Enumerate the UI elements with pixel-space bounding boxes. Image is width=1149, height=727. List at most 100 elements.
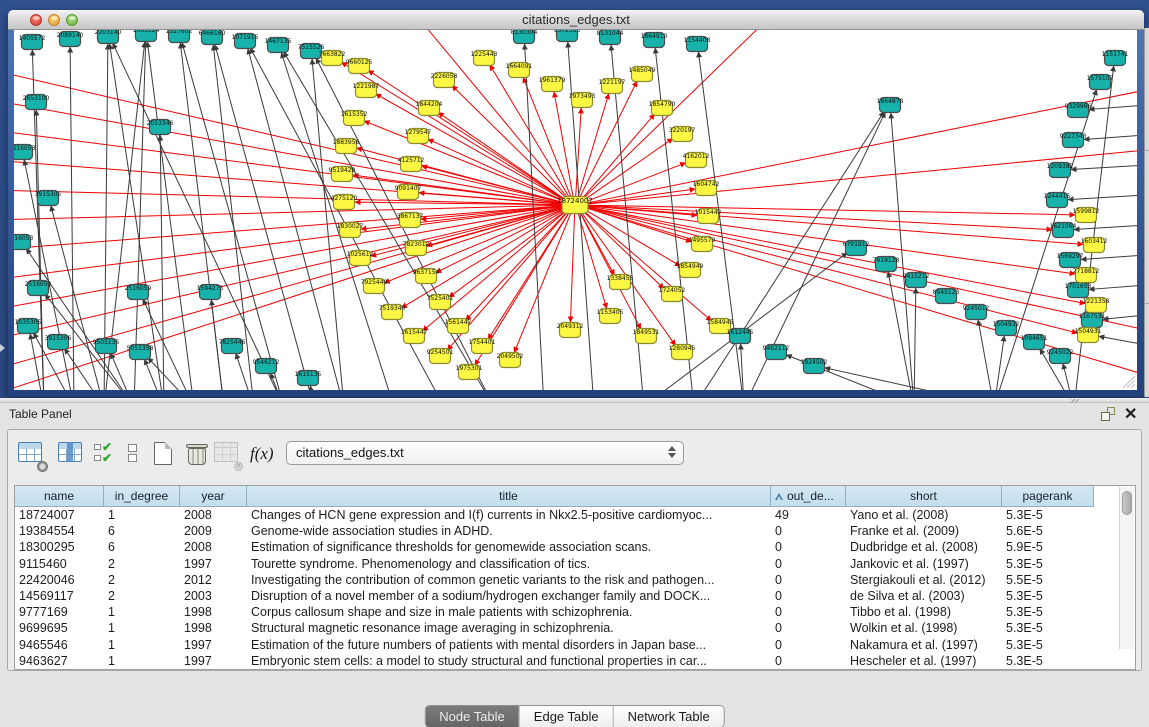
function-builder-icon[interactable]: f(x) [250,444,276,470]
graph-node[interactable]: 9637154 [413,269,440,284]
graph-node[interactable]: 3867137 [397,213,424,228]
tab-network-table[interactable]: Network Table [613,706,724,727]
graph-node[interactable]: 2516059 [125,285,152,300]
graph-edge[interactable] [1103,316,1137,320]
graph-node[interactable]: 1338455 [607,275,634,290]
tab-edge-table[interactable]: Edge Table [519,706,613,727]
graph-edge[interactable] [1081,255,1137,259]
graph-node[interactable]: 1495579 [689,237,716,252]
table-row[interactable]: 969969511998Structural magnetic resonanc… [15,620,1094,636]
graph-node[interactable]: 1615447 [401,329,428,344]
graph-node[interactable]: 1724052 [659,287,686,302]
citation-network-graph[interactable]: 1405572208914022031401065324152760264661… [14,30,1137,390]
graph-node[interactable]: 1603412 [1081,238,1108,253]
graph-node[interactable]: 1854790 [649,101,676,116]
graph-edge[interactable] [148,358,188,390]
graph-node[interactable]: 9505135 [93,339,120,354]
network-canvas[interactable]: 1405572208914022031401065324152760264661… [14,30,1137,390]
graph-node[interactable]: 1594275 [197,285,224,300]
graph-edge[interactable] [14,207,567,390]
select-column-icon[interactable] [58,442,84,468]
graph-node[interactable]: 9660125 [346,59,373,74]
graph-edge[interactable] [583,205,1075,215]
graph-node[interactable]: 1864910 [641,33,668,48]
table-row[interactable]: 977716911998Corpus callosum shape and si… [15,604,1094,620]
graph-node[interactable]: 1916053 [14,235,34,250]
graph-node[interactable]: 7919128 [873,257,900,272]
new-file-icon[interactable] [154,442,180,468]
graph-edge[interactable] [580,114,654,201]
graph-node[interactable]: 1615352 [341,111,368,126]
graph-node[interactable]: 9329966 [1065,103,1092,118]
graph-node[interactable]: 9519428 [329,167,356,182]
table-settings-icon[interactable] [18,442,44,468]
graph-node[interactable]: 9572383 [554,30,581,42]
scrollbar-thumb[interactable] [1122,491,1132,515]
graph-node[interactable]: 1025612 [347,251,374,266]
table-vertical-scrollbar[interactable] [1119,487,1134,649]
graph-node[interactable]: 2226058 [431,73,458,88]
graph-node[interactable]: 2049502 [497,353,524,368]
graph-edge[interactable] [436,208,568,273]
graph-node[interactable]: 2089140 [57,32,84,47]
graph-node[interactable]: 8130304 [511,30,538,44]
graph-node[interactable]: 1094651 [1021,335,1048,350]
graph-node[interactable]: 1883958 [333,139,360,154]
graph-node[interactable]: 1615135 [295,371,322,386]
graph-node[interactable]: 1065324 [133,30,160,42]
graph-node[interactable]: 7663822 [319,51,346,66]
graph-node[interactable]: 1279547 [405,129,432,144]
graph-edge[interactable] [14,72,567,204]
graph-edge[interactable] [914,288,916,390]
graph-node[interactable]: 1975301 [456,365,483,380]
graph-node[interactable]: 7825446 [219,339,246,354]
graph-edge[interactable] [1084,135,1137,139]
graph-node[interactable]: 2616053 [14,145,36,160]
table-row[interactable]: 1938455462009Genome-wide association stu… [15,523,1094,539]
graph-node[interactable]: 1604742 [693,181,720,196]
graph-edge[interactable] [577,94,608,200]
graph-edge[interactable] [1074,225,1137,229]
graph-node[interactable]: 9462112 [763,345,790,360]
window-titlebar[interactable]: citations_edges.txt [8,10,1144,30]
graph-edge[interactable] [579,210,614,275]
graph-edge[interactable] [825,368,986,390]
graph-edge[interactable] [14,206,567,309]
graph-edge[interactable] [583,205,1052,229]
graph-node[interactable]: 1167531 [1079,313,1106,328]
graph-node[interactable]: 1221987 [353,83,380,98]
graph-edge[interactable] [570,211,574,322]
graph-edge[interactable] [1071,165,1137,169]
graph-node[interactable]: 6466160 [199,30,226,45]
column-header-pagerank[interactable]: pagerank [1002,486,1094,507]
graph-node[interactable]: 2203140 [95,30,122,44]
graph-edge[interactable] [281,53,391,390]
graph-edge[interactable] [310,386,312,390]
graph-node[interactable]: 1844204 [416,101,443,116]
graph-node[interactable]: 4162012 [683,153,710,168]
graph-node[interactable]: 1225443 [471,51,498,66]
graph-node[interactable]: 1664878 [877,98,904,113]
graph-node[interactable]: 18724007 [557,197,593,214]
column-header-out-de-[interactable]: out_de... [771,486,846,507]
column-header-title[interactable]: title [247,486,771,507]
graph-node[interactable]: 3915305 [35,191,62,206]
graph-node[interactable]: 7519340 [379,305,406,320]
graph-edge[interactable] [581,30,766,201]
table-row[interactable]: 2242004622012Investigating the contribut… [15,572,1094,588]
table-row[interactable]: 946554611997Estimation of the future num… [15,637,1094,653]
graph-node[interactable]: 1244415 [1044,193,1071,208]
graph-node[interactable]: 2053346 [147,120,174,135]
graph-edge[interactable] [582,138,673,201]
graph-edge[interactable] [145,359,161,390]
graph-node[interactable]: 1664091 [506,63,533,78]
graph-node[interactable]: 7525401 [427,295,454,310]
graph-node[interactable]: 1569297 [1057,253,1084,268]
graph-edge[interactable] [488,210,571,339]
graph-node[interactable]: 3915306 [45,335,72,350]
graph-node[interactable]: 1849531 [633,329,660,344]
graph-edge[interactable] [554,92,573,199]
graph-node[interactable]: 1405572 [19,35,46,50]
graph-edge[interactable] [1063,364,1072,390]
graph-edge[interactable] [428,139,568,202]
